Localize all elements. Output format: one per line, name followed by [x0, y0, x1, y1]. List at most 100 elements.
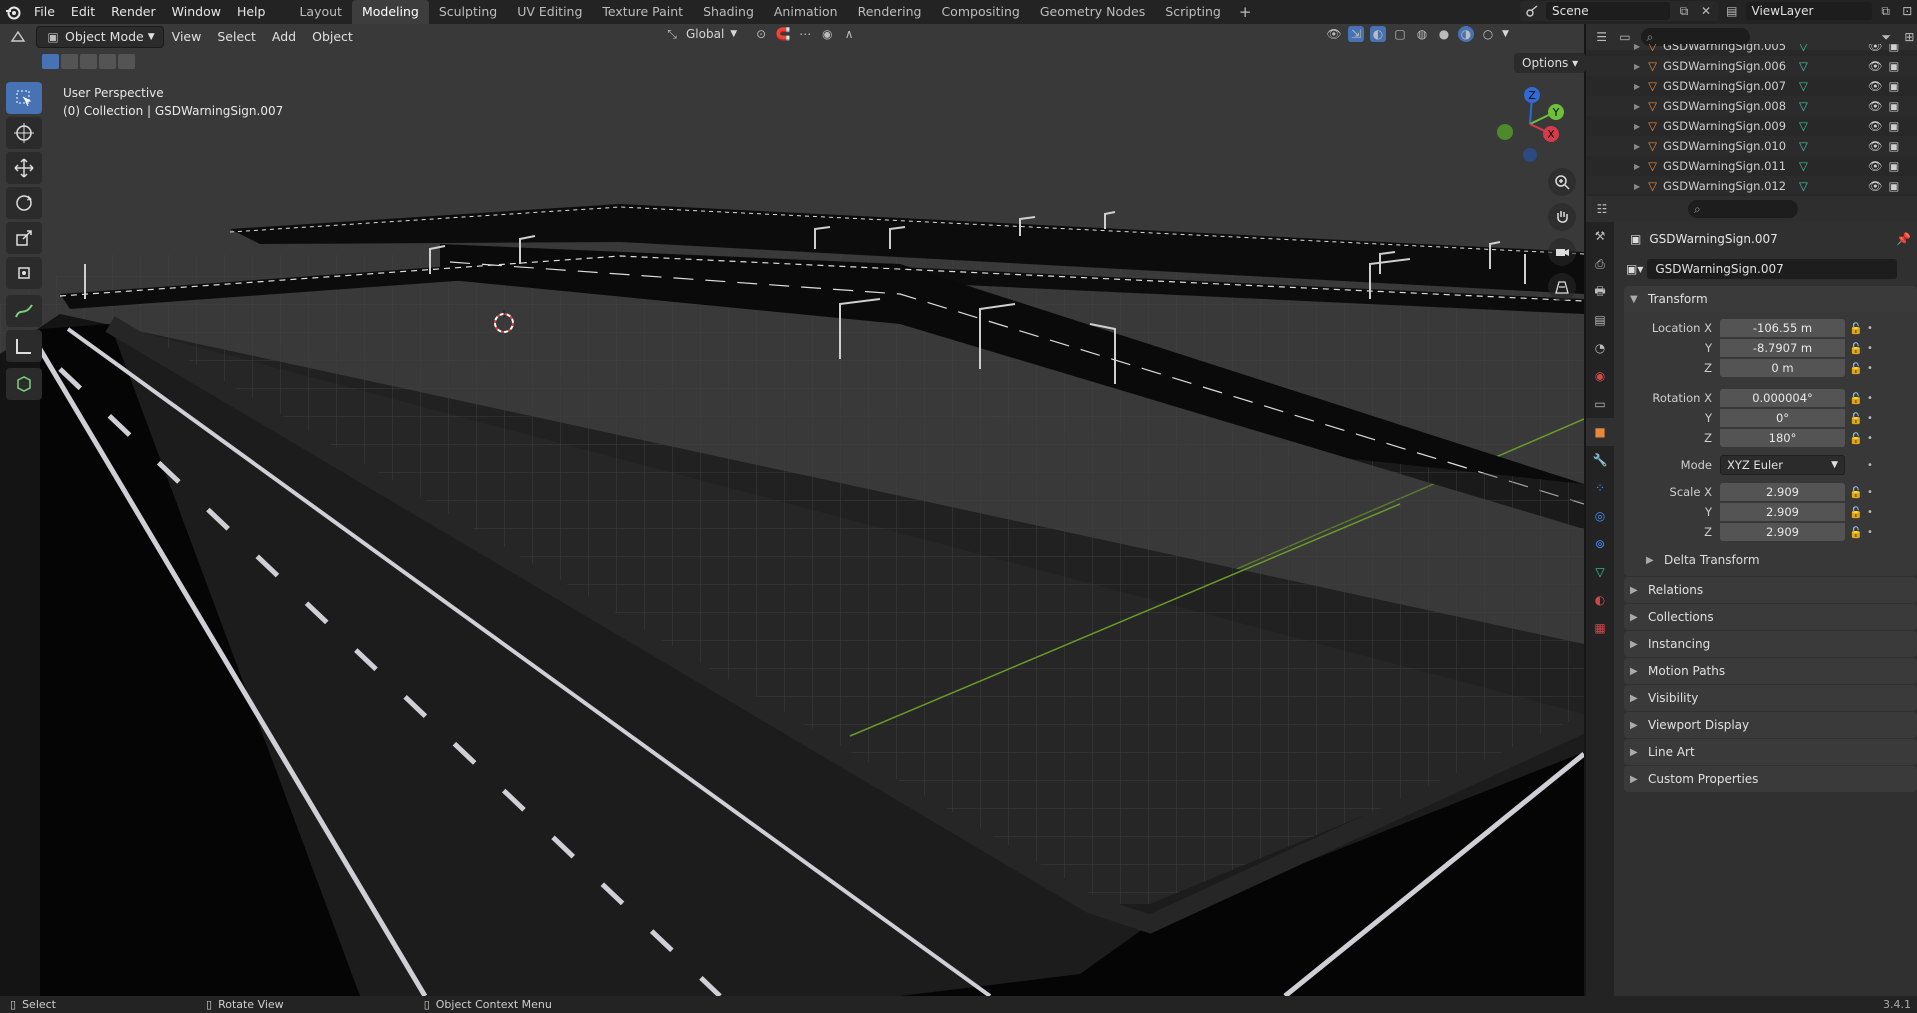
eye-icon[interactable]: 👁 — [1868, 139, 1883, 153]
keyframe-dot-icon[interactable]: • — [1867, 487, 1877, 498]
move-tool-icon[interactable] — [6, 152, 42, 184]
relations-panel-header[interactable]: ▶ Relations — [1624, 577, 1917, 603]
tab-modeling[interactable]: Modeling — [351, 0, 429, 24]
solid-shading-icon[interactable]: ● — [1436, 26, 1452, 42]
select-extend-icon[interactable] — [61, 54, 78, 69]
new-view-layer-icon[interactable]: ⧉ — [1878, 3, 1894, 19]
rotate-tool-icon[interactable] — [6, 187, 42, 219]
wireframe-shading-icon[interactable]: ◍ — [1414, 26, 1430, 42]
eye-icon[interactable]: 👁 — [1868, 44, 1883, 53]
lock-icon[interactable]: 🔓 — [1845, 362, 1867, 375]
delta-transform-header[interactable]: ▶ Delta Transform — [1624, 548, 1917, 572]
delete-scene-icon[interactable]: ✕ — [1698, 3, 1714, 19]
scene-selector[interactable]: Scene ⧉ ✕ — [1520, 1, 1718, 21]
collections-panel-header[interactable]: ▶ Collections — [1624, 604, 1917, 630]
texture-tab-icon[interactable]: ▦ — [1586, 614, 1614, 642]
transform-tool-icon[interactable] — [6, 257, 42, 289]
pivot-icon[interactable]: ⊙ — [753, 26, 769, 42]
tool-tab-icon[interactable]: ⚒ — [1586, 222, 1614, 250]
tab-sculpting[interactable]: Sculpting — [429, 0, 507, 24]
location-x-field[interactable]: -106.55 m — [1720, 319, 1845, 337]
constraints-tab-icon[interactable]: ⊚ — [1586, 530, 1614, 558]
3d-viewport[interactable] — [0, 24, 1584, 996]
editor-type-icon[interactable] — [10, 29, 26, 45]
line-art-panel-header[interactable]: ▶ Line Art — [1624, 739, 1917, 765]
menu-add[interactable]: Add — [264, 26, 304, 48]
camera-icon[interactable]: ▣ — [1888, 44, 1899, 53]
properties-editor-icon[interactable]: ☷ — [1594, 201, 1610, 217]
overlay-toggle-icon[interactable]: ◐ — [1370, 26, 1386, 42]
view-layer-name-field[interactable]: ViewLayer — [1745, 2, 1872, 20]
filter-icon[interactable]: ⏷ — [1878, 29, 1893, 45]
list-item[interactable]: ▶ ▽ GSDWarningSign.012 ▽ 👁 ▣ — [1586, 176, 1917, 194]
rotation-z-field[interactable]: 180° — [1720, 429, 1845, 447]
measure-tool-icon[interactable] — [6, 330, 42, 362]
keyframe-dot-icon[interactable]: • — [1867, 507, 1877, 518]
visibility-icon[interactable]: 👁 — [1326, 26, 1342, 42]
keyframe-dot-icon[interactable]: • — [1867, 527, 1877, 538]
collection-tab-icon[interactable]: ▭ — [1586, 390, 1614, 418]
camera-icon[interactable]: ▣ — [1888, 119, 1899, 133]
options-button[interactable]: Options ▾ — [1514, 53, 1587, 73]
list-item[interactable]: ▶ ▽ GSDWarningSign.010 ▽ 👁 ▣ — [1586, 136, 1917, 156]
add-workspace-button[interactable]: + — [1231, 0, 1260, 24]
camera-icon[interactable]: ▣ — [1888, 159, 1899, 173]
eye-icon[interactable]: 👁 — [1868, 99, 1883, 113]
viewport-display-panel-header[interactable]: ▶ Viewport Display — [1624, 712, 1917, 738]
list-item[interactable]: ▶ ▽ GSDWarningSign.011 ▽ 👁 ▣ — [1586, 156, 1917, 176]
tab-compositing[interactable]: Compositing — [931, 0, 1029, 24]
tab-texture-paint[interactable]: Texture Paint — [592, 0, 693, 24]
camera-icon[interactable]: ▣ — [1888, 79, 1899, 93]
motion-paths-panel-header[interactable]: ▶ Motion Paths — [1624, 658, 1917, 684]
cursor-tool-icon[interactable] — [6, 117, 42, 149]
keyframe-dot-icon[interactable]: • — [1867, 393, 1877, 404]
keyframe-dot-icon[interactable]: • — [1867, 343, 1877, 354]
eye-icon[interactable]: 👁 — [1868, 79, 1883, 93]
menu-window[interactable]: Window — [164, 0, 229, 24]
camera-icon[interactable]: ▣ — [1888, 139, 1899, 153]
scale-tool-icon[interactable] — [6, 222, 42, 254]
list-item[interactable]: ▶ ▽ GSDWarningSign.007 ▽ 👁 ▣ — [1586, 76, 1917, 96]
outliner-editor-icon[interactable]: ☰ — [1594, 29, 1609, 45]
eye-icon[interactable]: 👁 — [1868, 59, 1883, 73]
lock-icon[interactable]: 🔓 — [1845, 486, 1867, 499]
scene-name-field[interactable]: Scene — [1546, 2, 1670, 20]
material-tab-icon[interactable]: ◐ — [1586, 586, 1614, 614]
data-tab-icon[interactable]: ▽ — [1586, 558, 1614, 586]
perspective-toggle-icon[interactable] — [1548, 273, 1576, 301]
camera-icon[interactable]: ▣ — [1888, 179, 1899, 193]
tab-animation[interactable]: Animation — [764, 0, 848, 24]
scale-x-field[interactable]: 2.909 — [1720, 483, 1845, 501]
view-layer-tab-icon[interactable]: ▤ — [1586, 306, 1614, 334]
expand-icon[interactable]: ▶ — [1634, 182, 1640, 191]
list-item[interactable]: ▶ ▽ GSDWarningSign.008 ▽ 👁 ▣ — [1586, 96, 1917, 116]
lock-icon[interactable]: 🔓 — [1845, 412, 1867, 425]
eye-icon[interactable]: 👁 — [1868, 179, 1883, 193]
menu-select[interactable]: Select — [209, 26, 264, 48]
transform-panel-header[interactable]: ▼ Transform — [1624, 286, 1917, 312]
tab-rendering[interactable]: Rendering — [848, 0, 932, 24]
select-intersect-icon[interactable] — [118, 54, 135, 69]
location-z-field[interactable]: 0 m — [1720, 359, 1845, 377]
menu-view[interactable]: View — [164, 26, 210, 48]
list-item[interactable]: ▶ ▽ GSDWarningSign.006 ▽ 👁 ▣ — [1586, 56, 1917, 76]
custom-properties-panel-header[interactable]: ▶ Custom Properties — [1624, 766, 1917, 792]
expand-icon[interactable]: ▶ — [1634, 162, 1640, 171]
camera-view-icon[interactable] — [1548, 238, 1576, 266]
select-invert-icon[interactable] — [99, 54, 116, 69]
lock-icon[interactable]: 🔓 — [1845, 432, 1867, 445]
location-y-field[interactable]: -8.7907 m — [1720, 339, 1845, 357]
select-new-icon[interactable] — [42, 54, 59, 69]
rotation-mode-select[interactable]: XYZ Euler ▼ — [1720, 455, 1845, 475]
keyframe-dot-icon[interactable]: • — [1867, 323, 1877, 334]
lock-icon[interactable]: 🔓 — [1845, 322, 1867, 335]
gizmo-toggle-icon[interactable]: ⇲ — [1348, 26, 1364, 42]
expand-icon[interactable]: ▶ — [1634, 82, 1640, 91]
add-cube-tool-icon[interactable] — [6, 368, 42, 400]
blender-logo-icon[interactable] — [0, 0, 26, 24]
scale-y-field[interactable]: 2.909 — [1720, 503, 1845, 521]
object-tab-icon[interactable]: ■ — [1586, 418, 1614, 446]
scene-tab-icon[interactable]: ◔ — [1586, 334, 1614, 362]
object-name-field[interactable]: GSDWarningSign.007 — [1647, 259, 1898, 279]
visibility-panel-header[interactable]: ▶ Visibility — [1624, 685, 1917, 711]
